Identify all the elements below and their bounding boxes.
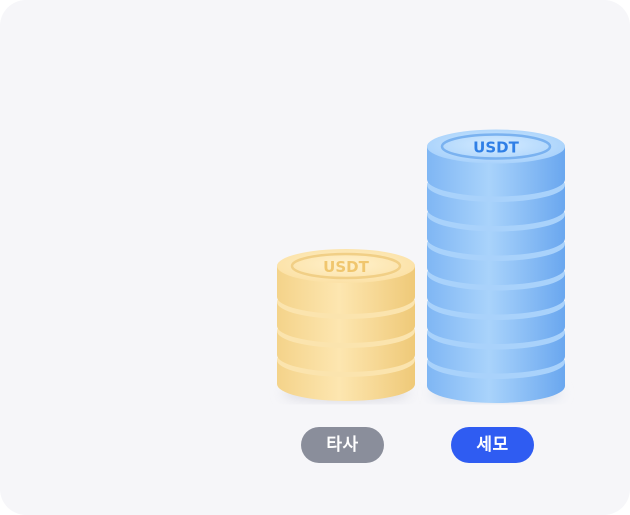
coin-top: USDT — [277, 249, 415, 314]
semo-coin-stack: USDT — [427, 129, 565, 403]
coin-label: USDT — [473, 139, 519, 157]
semo-label-badge: 세모 — [451, 427, 534, 463]
coin-top: USDT — [427, 129, 565, 197]
comparison-card: USDT USDT 타사 세모 — [0, 0, 630, 515]
coin-label: USDT — [323, 258, 369, 276]
competitor-coin-stack: USDT — [277, 249, 415, 401]
competitor-label-badge: 타사 — [301, 427, 384, 463]
